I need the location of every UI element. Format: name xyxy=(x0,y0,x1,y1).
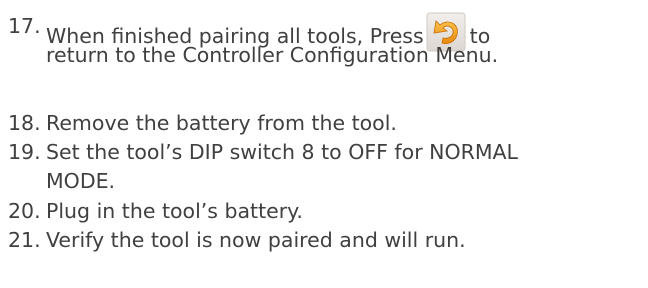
step-number: 17. xyxy=(8,14,41,38)
step-number: 18. xyxy=(8,111,41,135)
step-text: Remove the battery from the tool. xyxy=(46,111,397,135)
step-text-line-2: MODE. xyxy=(46,169,116,193)
step-number: 21. xyxy=(8,228,41,252)
step-text-line-1: Set the tool’s DIP switch 8 to OFF for N… xyxy=(46,140,518,164)
step-number: 19. xyxy=(8,140,41,164)
step-text: Verify the tool is now paired and will r… xyxy=(46,228,466,252)
step-text-line-2: return to the Controller Configuration M… xyxy=(46,43,499,67)
step-text: Plug in the tool’s battery. xyxy=(46,199,303,223)
step-number: 20. xyxy=(8,199,41,223)
